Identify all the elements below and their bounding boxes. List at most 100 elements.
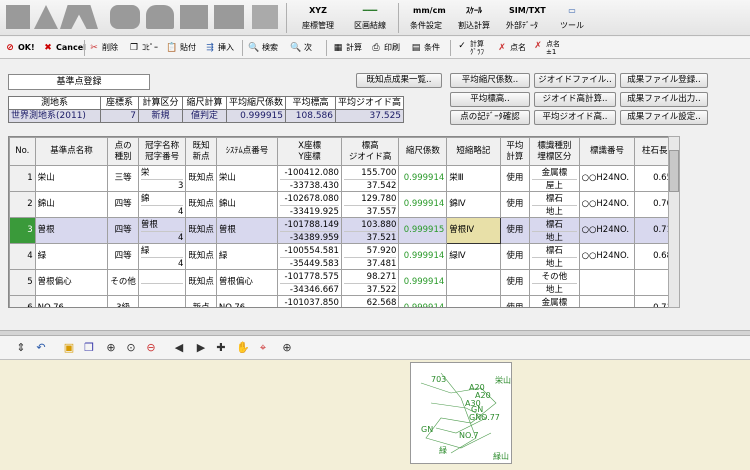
result-settings-button[interactable]: 成果ファイル設定..: [620, 110, 708, 125]
scale-factor-cell[interactable]: 0.999914: [398, 165, 448, 192]
grid-column-header[interactable]: 点の 種別: [107, 137, 139, 166]
mark-type-cell[interactable]: その他 地上: [529, 269, 580, 296]
known-new-cell[interactable]: 既知点: [185, 243, 217, 270]
mark-number-cell[interactable]: ○○H24NO.: [578, 191, 636, 218]
crown-cell[interactable]: 錦4: [137, 191, 187, 218]
known-results-button[interactable]: 既知点成果一覧..: [356, 73, 442, 88]
condition-button[interactable]: ▤ 条件: [410, 40, 440, 56]
system-point-cell[interactable]: 緑: [215, 243, 279, 270]
grid-scroll-thumb[interactable]: [669, 150, 679, 192]
elevation-geoid-cell[interactable]: 129.780 37.557: [340, 191, 400, 218]
abbreviation-cell[interactable]: 緑Ⅳ: [446, 243, 501, 270]
grid-column-header[interactable]: 基準点名称: [34, 137, 109, 166]
point-name-cell[interactable]: 栄山: [34, 165, 109, 192]
print-button[interactable]: ⎙ 印刷: [370, 40, 400, 56]
zoom-window-icon[interactable]: ⊙: [124, 341, 138, 355]
crown-cell[interactable]: 曽根 4: [137, 217, 187, 244]
mark-type-cell[interactable]: 金属標地中: [529, 295, 580, 307]
elevation-geoid-cell[interactable]: 62.56837.526: [340, 295, 400, 307]
calc-chart-button[interactable]: ✓ 計算 ｸﾞﾗﾌ: [456, 40, 484, 56]
geoid-calc-button[interactable]: ジオイド高計算..: [534, 92, 616, 107]
table-row[interactable]: 2 錦山 四等錦 4 既知点 錦山 -102678.080 -33419.925 129.780…: [9, 191, 675, 218]
building-icon[interactable]: [252, 5, 278, 29]
cancel-button[interactable]: ✖ Cancel: [42, 40, 86, 56]
avg-geoid-button[interactable]: 平均ジオイド高..: [534, 110, 616, 125]
paste-button[interactable]: 📋 貼付: [166, 40, 196, 56]
point-name-cell[interactable]: 曽根偏心: [34, 269, 109, 296]
scale-factor-cell[interactable]: 0.999914: [398, 269, 448, 296]
search-button[interactable]: 🔍 検索: [248, 40, 278, 56]
system-point-cell[interactable]: 錦山: [215, 191, 279, 218]
vehicle-icon[interactable]: [110, 5, 140, 29]
layer-copy-icon[interactable]: ❐: [82, 341, 96, 355]
table-row[interactable]: 6NO.763級新点NO.76-101037.850-34204.87162.5…: [9, 295, 675, 307]
average-use-cell[interactable]: 使用: [499, 269, 531, 296]
grid-column-header[interactable]: 既知 新点: [185, 137, 217, 166]
vertical-move-icon[interactable]: ⇕: [14, 341, 28, 355]
elevation-geoid-cell[interactable]: 155.700 37.542: [340, 165, 400, 192]
abbreviation-cell[interactable]: 栄Ⅲ: [446, 165, 501, 192]
control-point-grid[interactable]: No. 基準点名称 点の 種別 冠字名称 冠字番号 既知 新点 ｼｽﾃﾑ点番号 X座標 Y座…: [8, 136, 676, 308]
point-name-cell[interactable]: 錦山: [34, 191, 109, 218]
zoom-fit-icon[interactable]: ⊕: [280, 341, 294, 355]
row-number[interactable]: 3: [9, 217, 36, 244]
abbreviation-cell[interactable]: [446, 295, 501, 307]
mark-number-cell[interactable]: ○○H24NO.: [578, 243, 636, 270]
crown-cell[interactable]: 栄3: [137, 165, 187, 192]
square-shape-icon[interactable]: [6, 5, 30, 29]
point-type-cell[interactable]: 四等: [107, 217, 139, 244]
point-type-cell[interactable]: 四等: [107, 243, 139, 270]
crown-cell[interactable]: [137, 269, 187, 296]
triangle-shape-icon[interactable]: [34, 5, 58, 29]
measure-icon[interactable]: ⌖: [256, 341, 270, 355]
xy-coordinate-cell[interactable]: -101037.850-34204.871: [277, 295, 342, 307]
geoid-file-button[interactable]: ジオイドファイル..: [534, 73, 616, 88]
abbreviation-cell[interactable]: 曽根Ⅳ: [446, 217, 501, 244]
system-point-cell[interactable]: NO.76: [215, 295, 279, 307]
result-output-button[interactable]: 成果ファイル出力..: [620, 92, 708, 107]
avg-geoid-value[interactable]: 37.525: [335, 109, 405, 123]
mark-type-cell[interactable]: 標石 地上: [529, 217, 580, 244]
mark-type-cell[interactable]: 標石 地上: [529, 191, 580, 218]
map-canvas[interactable]: [0, 360, 750, 470]
row-number[interactable]: 4: [9, 243, 36, 270]
layers-icon[interactable]: [214, 5, 244, 29]
system-point-cell[interactable]: 栄山: [215, 165, 279, 192]
average-use-cell[interactable]: 使用: [499, 165, 531, 192]
crown-cell[interactable]: 緑4: [137, 243, 187, 270]
cloud-icon[interactable]: [146, 5, 174, 29]
mark-number-cell[interactable]: ○○H24NO.: [578, 217, 636, 244]
elevation-geoid-cell[interactable]: 57.920 37.481: [340, 243, 400, 270]
table-row[interactable]: 4 緑四等緑 4 既知点緑 -100554.581 -35449.583 57.920 37.…: [9, 243, 675, 270]
system-point-cell[interactable]: 曽根: [215, 217, 279, 244]
move-cross-icon[interactable]: ✚: [214, 341, 228, 355]
new-layer-icon[interactable]: ▣: [62, 341, 76, 355]
delete-button[interactable]: ✂ 削除: [88, 40, 118, 56]
mark-type-cell[interactable]: 金属標 屋上: [529, 165, 580, 192]
scale-factor-cell[interactable]: 0.999914: [398, 295, 448, 307]
xy-coordinate-cell[interactable]: -100412.080 -33738.430: [277, 165, 342, 192]
crown-cell[interactable]: [137, 295, 187, 307]
zoom-in-icon[interactable]: ⊕: [104, 341, 118, 355]
box-icon[interactable]: [180, 5, 208, 29]
average-use-cell[interactable]: 使用: [499, 191, 531, 218]
known-new-cell[interactable]: 既知点: [185, 165, 217, 192]
system-point-cell[interactable]: 曽根偏心: [215, 269, 279, 296]
point-type-cell[interactable]: 四等: [107, 191, 139, 218]
avg-scale-button[interactable]: 平均縮尺係数..: [450, 73, 530, 88]
point-name-cell[interactable]: 曽根: [34, 217, 109, 244]
undo-view-icon[interactable]: ↶: [34, 341, 48, 355]
point-type-cell[interactable]: 三等: [107, 165, 139, 192]
parcel-connect-button[interactable]: ━━━ 区画結線: [348, 2, 392, 34]
tripod-icon[interactable]: [60, 5, 98, 29]
avg-elevation-value[interactable]: 108.586: [285, 109, 337, 123]
avg-elevation-button[interactable]: 平均標高..: [450, 92, 530, 107]
copy-button[interactable]: ❐ ｺﾋﾟｰ: [128, 40, 158, 56]
scale-factor-cell[interactable]: 0.999914: [398, 191, 448, 218]
calc-category-value[interactable]: 新規: [138, 109, 183, 123]
arrow-right-icon[interactable]: ▶: [194, 341, 208, 355]
mark-type-cell[interactable]: 標石 地上: [529, 243, 580, 270]
grid-column-header[interactable]: 短縮略記: [446, 137, 501, 166]
map-viewport[interactable]: 703 A20 A20 A30 GN GNO.77 GN NO.7 栄山 緑 緑…: [410, 362, 512, 464]
row-number[interactable]: 2: [9, 191, 36, 218]
